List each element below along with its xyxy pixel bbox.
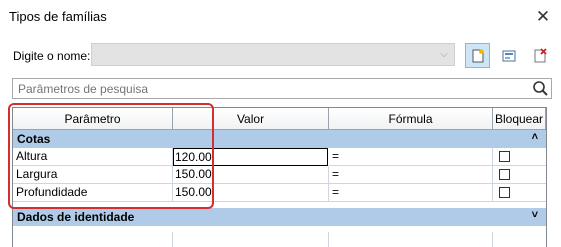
lock-checkbox[interactable] [499,187,510,198]
column-header-formula[interactable]: Fórmula [329,108,493,130]
name-label: Digite o nome: [13,49,91,63]
window-title: Tipos de famílias [9,9,107,24]
new-type-icon [472,48,484,62]
search-box[interactable] [12,78,552,99]
group-header-identity-data[interactable]: Dados de identidade ˅ [13,208,546,226]
column-divider [492,232,493,247]
column-divider [328,232,329,247]
formula-cell[interactable]: = [329,166,493,184]
lock-checkbox[interactable] [499,169,510,180]
close-button[interactable]: ✕ [528,3,558,31]
name-combobox[interactable]: ⌵ [91,43,455,66]
rename-type-button[interactable] [496,43,521,68]
title-bar: Tipos de famílias ✕ [0,0,561,34]
highlight-annotation [8,103,214,209]
chevron-down-icon[interactable]: ⌵ [440,49,448,60]
column-header-lock[interactable]: Bloquear [493,108,546,130]
delete-type-button[interactable] [527,43,552,68]
chevron-up-icon[interactable]: ˄ [532,131,538,143]
delete-type-icon [534,47,547,62]
close-icon: ✕ [535,7,551,26]
chevron-down-icon[interactable]: ˅ [532,209,538,221]
rename-icon [502,50,515,61]
column-divider [172,232,173,247]
group-label: Dados de identidade [17,210,135,224]
new-type-button[interactable] [465,43,490,68]
formula-cell[interactable]: = [329,148,493,166]
lock-checkbox[interactable] [499,151,510,162]
search-icon[interactable] [531,80,549,97]
search-input[interactable] [13,79,533,98]
formula-cell[interactable]: = [329,184,493,202]
